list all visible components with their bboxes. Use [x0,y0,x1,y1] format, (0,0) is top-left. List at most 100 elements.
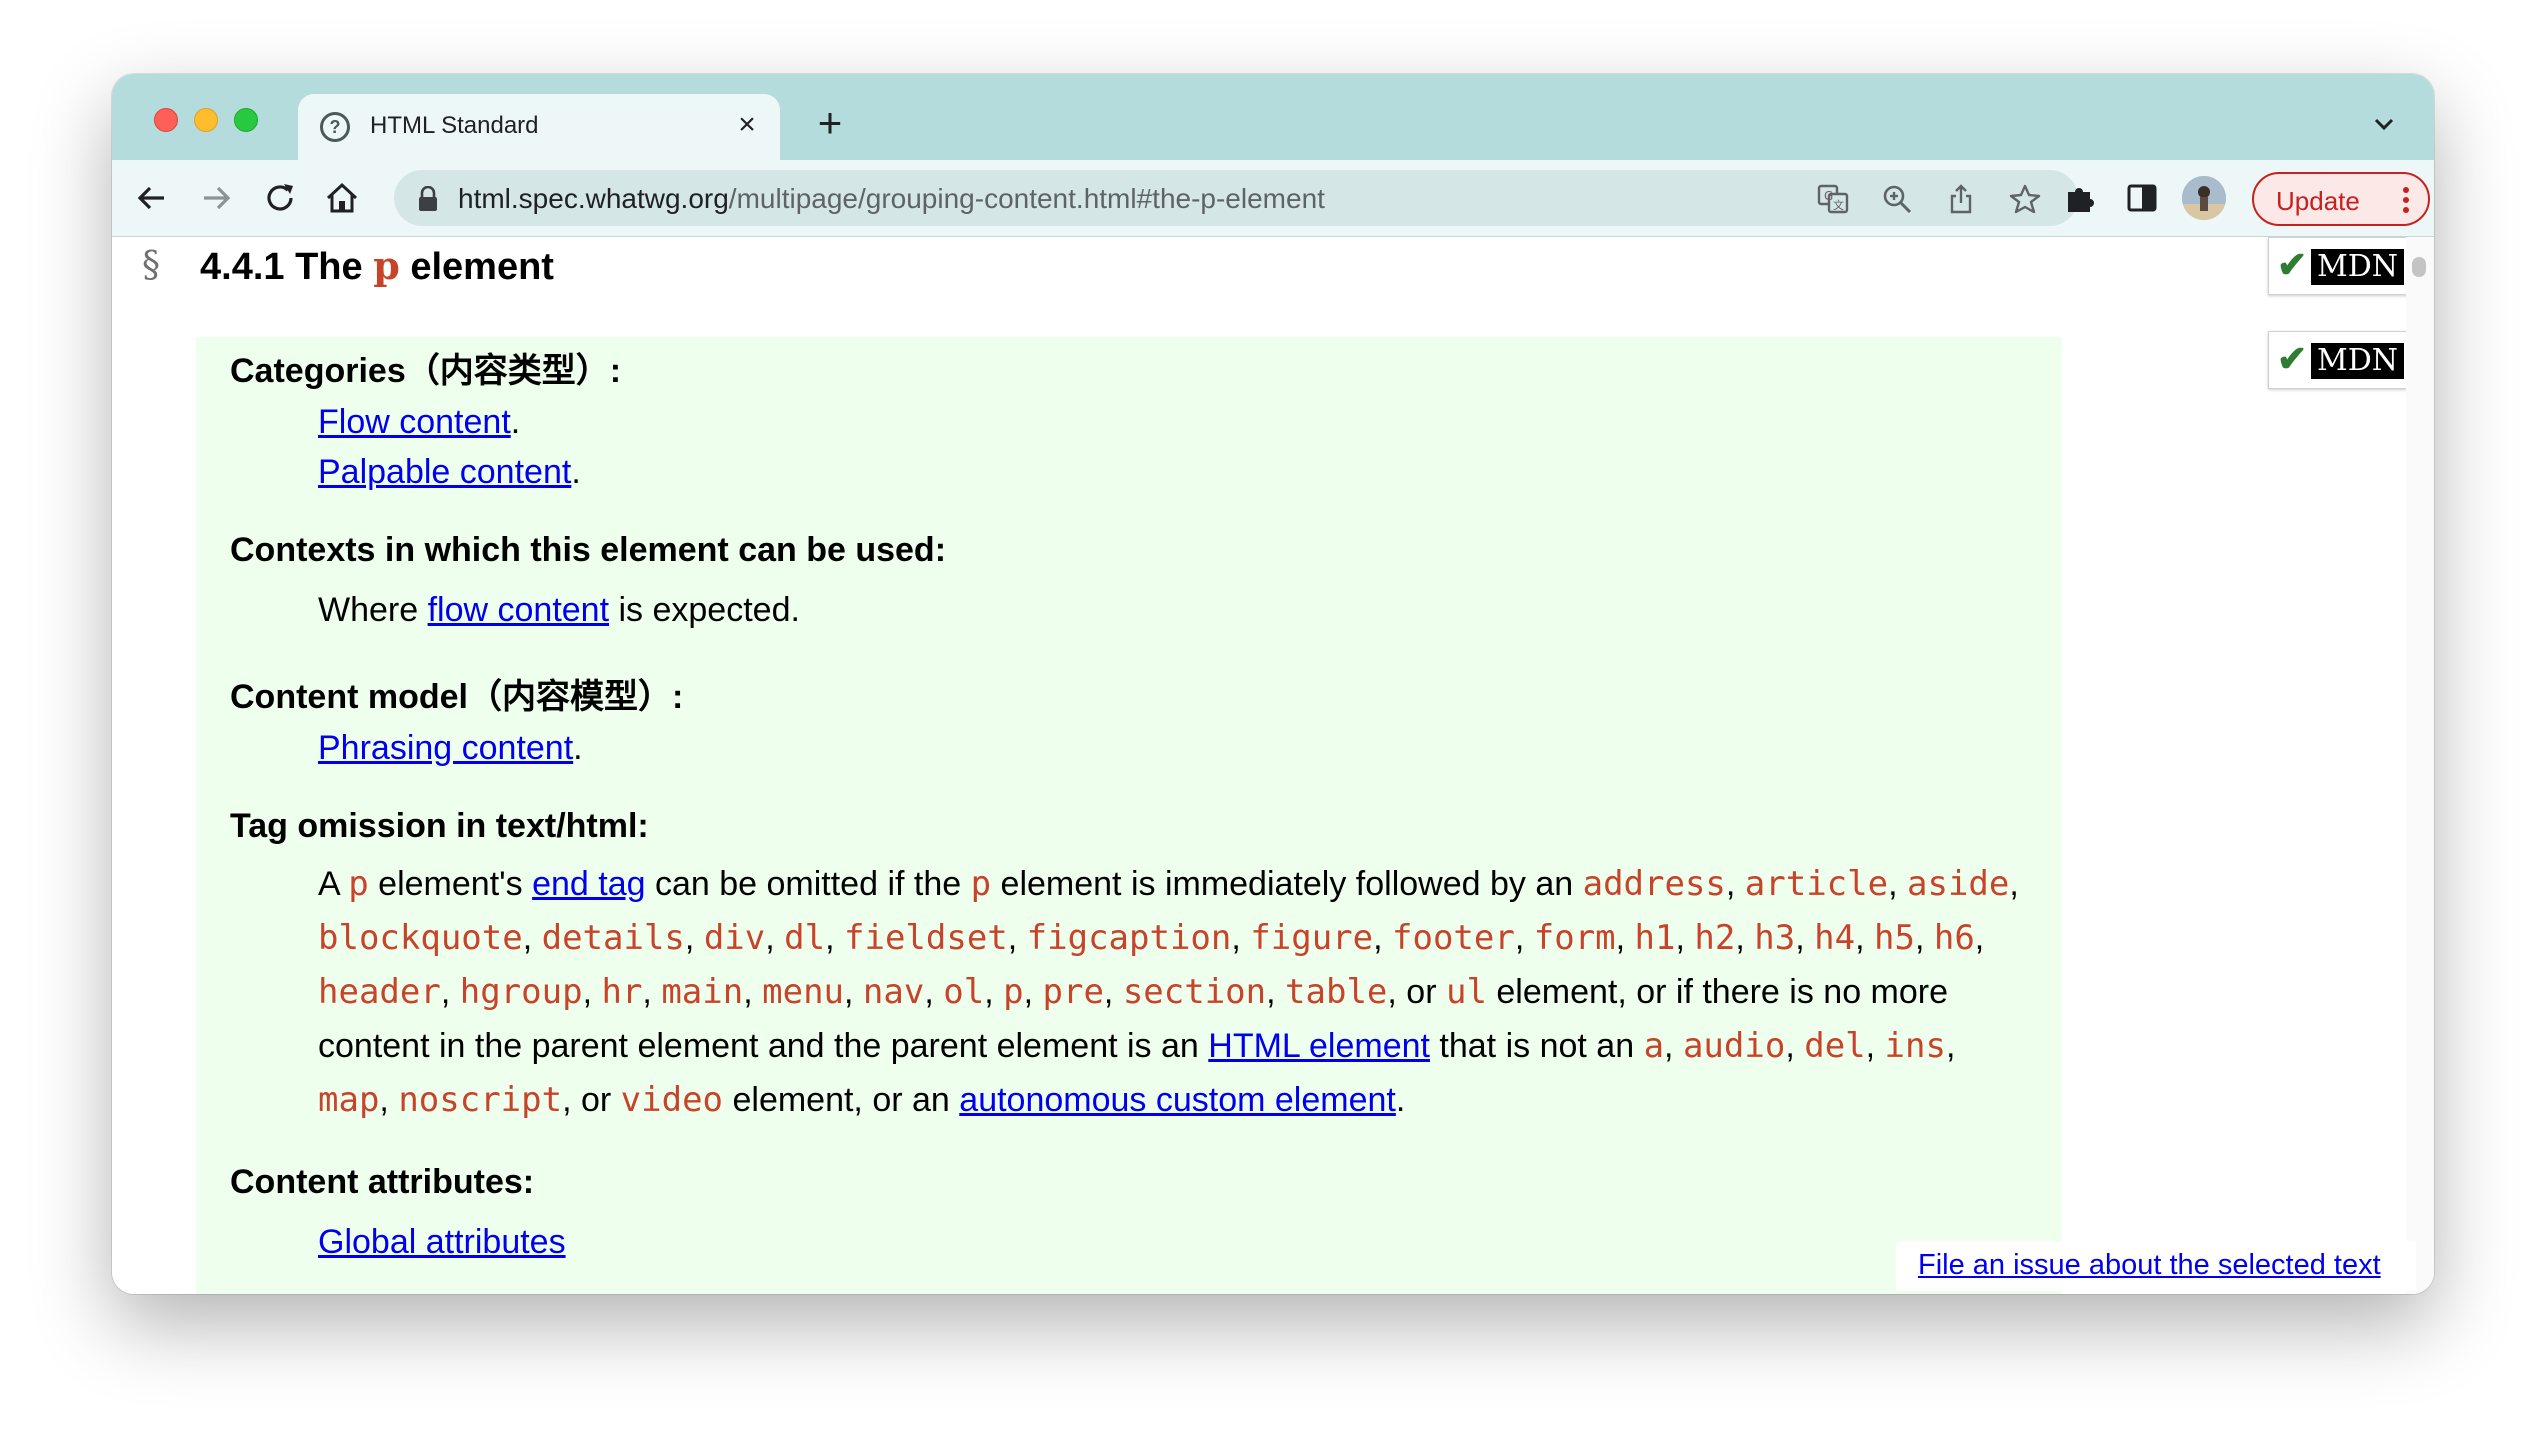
content-model-desc: Phrasing content. [318,729,583,768]
code-element-name: p [970,864,992,904]
tag-omission-term: Tag omission in text/html: [230,807,649,845]
chevron-down-icon[interactable] [2364,104,2404,144]
update-label: Update [2276,186,2360,216]
content-model-term: Content model（内容模型）: [230,678,684,716]
code-element-name: dl [784,918,826,958]
text: element, or an [723,1081,960,1119]
new-tab-button[interactable]: + [808,102,852,146]
bookmark-star-icon[interactable] [2008,182,2042,216]
svg-text:文: 文 [1833,198,1844,212]
separator: , [825,919,844,957]
code-element-name: form [1533,918,1616,958]
code-element-name: article [1744,864,1889,904]
content-attributes-desc: Global attributes [318,1223,566,1262]
text: . [1395,1081,1406,1119]
tab-close-icon[interactable]: × [730,108,764,142]
code-element-name: hr [601,972,643,1012]
share-icon[interactable] [1944,182,1978,216]
profile-picture-icon [2182,176,2226,220]
code-element-name: noscript [398,1080,563,1120]
code-element-name: map [318,1080,380,1120]
zoom-window-button[interactable] [234,108,258,132]
code-element-name: hgroup [459,972,583,1012]
text: is expected. [609,591,800,629]
code-element-name: h3 [1754,918,1796,958]
flow-content-link[interactable]: Flow content [318,403,511,441]
separator: , [1023,973,1043,1011]
mdn-badge[interactable]: ✔ MDN [2268,331,2408,389]
close-window-button[interactable] [154,108,178,132]
address-bar[interactable]: html.spec.whatwg.org/multipage/grouping-… [394,170,2078,226]
mdn-label: MDN [2311,343,2405,379]
vertical-scrollbar[interactable] [2406,237,2434,1294]
code-element-name: h6 [1933,918,1975,958]
text: element is immediately followed by an [991,865,1583,903]
code-element-name: ul [1445,972,1487,1012]
minimize-window-button[interactable] [194,108,218,132]
text: can be omitted if the [645,865,971,903]
code-element-name: p [348,864,369,904]
home-icon[interactable] [322,178,362,218]
separator: , [1725,865,1745,903]
extensions-puzzle-icon[interactable] [2060,178,2100,218]
update-button[interactable]: Update [2252,172,2430,226]
code-element-name: details [541,918,685,958]
palpable-content-link[interactable]: Palpable content [318,453,571,491]
contexts-term: Contexts in which this element can be us… [230,531,947,569]
file-issue-box: File an issue about the selected text [1896,1241,2416,1291]
text: Where [318,591,428,629]
section-link[interactable]: § [142,245,160,286]
side-panel-icon[interactable] [2122,178,2162,218]
separator: , [984,973,1004,1011]
separator: , [1007,919,1027,957]
separator: , [1974,919,1985,957]
forward-arrow-icon[interactable] [196,178,236,218]
back-arrow-icon[interactable] [132,178,172,218]
phrasing-content-link[interactable]: Phrasing content [318,729,573,767]
file-issue-link[interactable]: File an issue about the selected text [1918,1249,2381,1282]
url-text[interactable]: html.spec.whatwg.org/multipage/grouping-… [458,183,1325,215]
text: A [318,865,349,903]
translate-icon[interactable]: G 文 [1816,182,1850,216]
separator: , [1615,919,1635,957]
code-element-name: h5 [1873,918,1915,958]
reload-icon[interactable] [260,178,300,218]
separator: , [1664,1027,1683,1065]
tab-html-standard[interactable]: ? HTML Standard × [298,94,780,160]
separator: , [1945,1027,1956,1065]
code-element-name: header [318,972,441,1012]
heading-suffix: element [410,246,554,288]
code-element-name: address [1582,864,1726,904]
separator: , [642,973,662,1011]
autonomous-custom-element-link[interactable]: autonomous custom element [959,1081,1396,1119]
separator: , [743,973,763,1011]
html-element-link[interactable]: HTML element [1208,1027,1430,1065]
separator: , [1373,919,1393,957]
help-circle-icon: ? [320,112,350,142]
flow-content-context-link[interactable]: flow content [428,591,609,629]
profile-avatar[interactable] [2182,176,2226,220]
code-element-name: h4 [1814,918,1856,958]
heading-code: p [373,243,400,288]
zoom-icon[interactable] [1880,182,1914,216]
separator: , [684,919,704,957]
separator: , [1514,919,1534,957]
lock-icon[interactable] [416,186,440,212]
url-host: html.spec.whatwg.org [458,183,729,214]
text: , or [1387,973,1446,1011]
categories-item: Palpable content. [318,453,581,492]
mdn-badge[interactable]: ✔ MDN [2268,237,2408,295]
separator: , [1231,919,1251,957]
separator: , [379,1081,399,1119]
separator: , [582,973,602,1011]
separator: , [2009,865,2019,903]
separator: , [1865,1027,1885,1065]
separator: , [1855,919,1874,957]
contexts-desc: Where flow content is expected. [318,591,800,630]
separator: , [844,973,863,1011]
code-element-name: p [1003,972,1024,1012]
end-tag-link[interactable]: end tag [532,865,645,903]
global-attributes-link[interactable]: Global attributes [318,1223,566,1261]
code-element-name: main [661,972,744,1012]
scrollbar-thumb[interactable] [2412,257,2426,277]
